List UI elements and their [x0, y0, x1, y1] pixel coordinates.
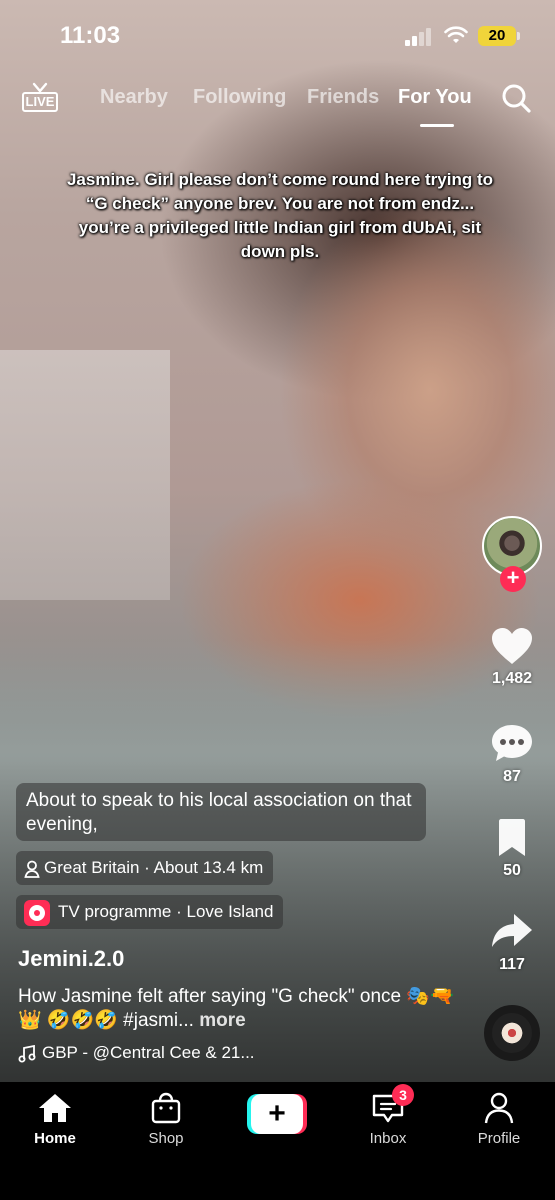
more-link[interactable]: more: [199, 1010, 245, 1031]
battery-nub: [517, 32, 520, 40]
creator-avatar-button[interactable]: +: [480, 514, 544, 592]
share-button[interactable]: 117: [480, 912, 544, 974]
tv-programme-icon: [24, 899, 50, 926]
save-count: 50: [503, 862, 521, 879]
creator-username[interactable]: Jemini.2.0: [18, 946, 124, 972]
location-chip[interactable]: Great Britain · About 13.4 km: [16, 851, 274, 885]
tab-nearby[interactable]: Nearby: [100, 86, 168, 109]
nav-shop-label: Shop: [148, 1130, 184, 1147]
share-arrow-icon: [492, 914, 532, 947]
tab-following[interactable]: Following: [193, 86, 286, 109]
nav-inbox-label: Inbox: [369, 1130, 407, 1147]
nav-home[interactable]: Home: [10, 1092, 100, 1147]
sound-disc-icon[interactable]: [484, 1005, 540, 1061]
location-name: Great Britain: [44, 858, 140, 877]
status-time: 11:03: [60, 22, 121, 49]
nav-inbox[interactable]: 3 Inbox: [343, 1084, 433, 1147]
sound-name: GBP - @Central Cee & 21...: [42, 1043, 255, 1062]
video-background-wall: [0, 350, 170, 600]
feed-tabs: LIVE Nearby Following Friends For You: [0, 78, 555, 127]
bookmark-icon: [499, 819, 525, 856]
cellular-signal-icon: [405, 28, 433, 46]
save-button[interactable]: 50: [480, 818, 544, 880]
live-icon[interactable]: LIVE: [22, 82, 58, 114]
video-description[interactable]: How Jasmine felt after saying "G check" …: [18, 985, 458, 1033]
search-icon[interactable]: [500, 82, 532, 114]
nav-shop[interactable]: Shop: [121, 1092, 211, 1147]
active-tab-indicator: [420, 124, 454, 127]
shopping-bag-icon: [151, 1092, 181, 1124]
home-icon: [39, 1094, 71, 1122]
wifi-icon: [444, 26, 468, 43]
battery-icon: 20: [478, 26, 516, 46]
music-note-icon: [18, 1044, 36, 1063]
inbox-badge: 3: [392, 1084, 414, 1106]
tab-for-you[interactable]: For You: [398, 86, 472, 109]
live-label: LIVE: [22, 92, 58, 112]
share-count: 117: [499, 956, 525, 973]
bottom-nav: Home Shop + 3 Inbox Profile: [0, 1082, 555, 1200]
tab-friends[interactable]: Friends: [307, 86, 379, 109]
location-distance: About 13.4 km: [153, 858, 264, 877]
nav-profile[interactable]: Profile: [454, 1092, 544, 1147]
like-button[interactable]: 1,482: [480, 626, 544, 688]
comment-button[interactable]: 87: [480, 722, 544, 786]
heart-icon: [492, 628, 532, 664]
nav-profile-label: Profile: [477, 1130, 521, 1147]
like-count: 1,482: [491, 670, 533, 687]
create-button[interactable]: +: [247, 1094, 307, 1134]
tv-category: TV programme: [58, 902, 172, 921]
tv-programme-chip[interactable]: TV programme · Love Island: [16, 895, 284, 929]
plus-icon: +: [251, 1094, 303, 1134]
sound-label[interactable]: GBP - @Central Cee & 21...: [18, 1043, 255, 1063]
comment-icon: [492, 725, 532, 761]
video-caption-overlay: Jasmine. Girl please don’t come round he…: [66, 170, 494, 261]
comment-count: 87: [503, 768, 521, 785]
tv-show-name: Love Island: [186, 902, 274, 921]
inbox-icon-wrap: 3: [370, 1084, 414, 1124]
follow-button[interactable]: +: [500, 566, 526, 592]
person-location-icon: [24, 860, 40, 878]
profile-person-icon: [484, 1092, 514, 1124]
video-story-text: About to speak to his local association …: [16, 783, 426, 841]
nav-home-label: Home: [34, 1130, 76, 1147]
status-bar: 11:03 20: [0, 0, 555, 70]
